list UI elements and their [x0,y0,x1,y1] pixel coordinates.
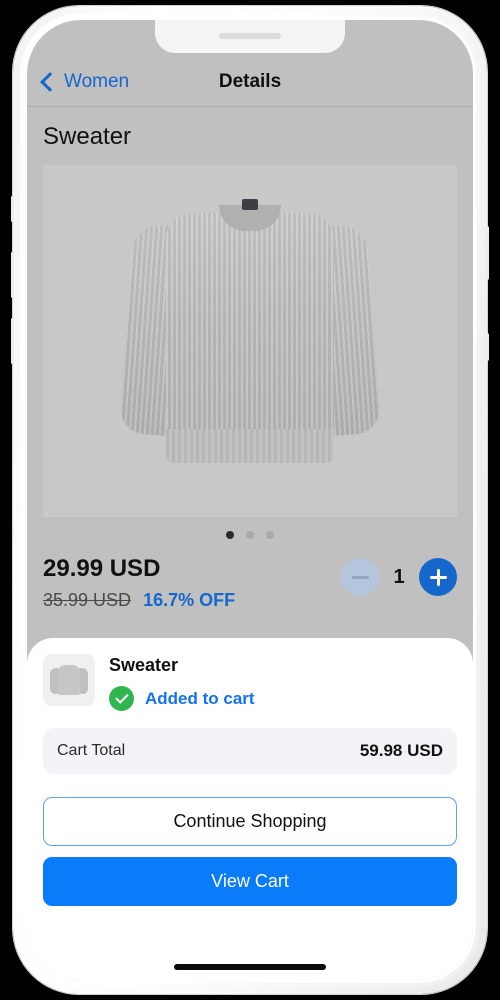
decrease-quantity-button[interactable] [341,558,379,596]
carousel-dot-3[interactable] [266,531,274,539]
view-cart-button[interactable]: View Cart [43,857,457,906]
side-button-secondary[interactable] [485,333,489,361]
added-status: Added to cart [109,686,255,711]
cart-item-thumbnail [43,654,95,706]
chevron-left-icon [40,72,60,92]
speaker-grille [219,33,281,39]
thumb-sleeve-right [79,668,88,695]
back-button[interactable]: Women [40,71,130,93]
back-button-label: Women [64,71,130,92]
added-to-cart-sheet: Sweater Added to cart Cart Total 59.98 U… [27,638,473,980]
cart-total-row: Cart Total 59.98 USD [43,728,457,774]
sweater-body [166,213,334,463]
original-price: 35.99 USD [43,590,132,610]
home-indicator[interactable] [174,964,326,970]
price-section: 29.99 USD 35.99 USD 16.7% OFF 1 [43,555,457,611]
thumbnail-sweater-illustration [49,661,89,701]
cart-total-value: 59.98 USD [359,741,443,760]
sweater-tag [242,199,258,210]
added-to-cart-label: Added to cart [145,688,255,708]
product-name: Sweater [43,123,132,150]
knit-texture [166,213,334,463]
discount-badge: 16.7% OFF [143,590,236,610]
quantity-stepper[interactable]: 1 [341,555,457,596]
sweater-hem [166,429,334,463]
carousel-dot-1[interactable] [226,531,234,539]
cart-item-texts: Sweater Added to cart [109,654,255,711]
quantity-value: 1 [393,565,405,588]
screenshot-stage: Women Details Sweater 29.99 USD 35.99 US… [0,0,500,1000]
price-subline: 35.99 USD 16.7% OFF [43,590,235,611]
sheet-actions: Continue Shopping View Cart [43,797,457,906]
price-block: 29.99 USD 35.99 USD 16.7% OFF [43,555,235,611]
power-button[interactable] [485,226,489,280]
checkmark-glyph [114,690,129,704]
carousel-dot-2[interactable] [246,531,254,539]
phone-screen: Women Details Sweater 29.99 USD 35.99 US… [27,20,473,980]
continue-shopping-button[interactable]: Continue Shopping [43,797,457,846]
thumb-body [58,665,80,696]
cart-item-row: Sweater Added to cart [43,654,457,711]
navigation-bar: Women Details [27,58,473,107]
product-image[interactable] [43,165,457,517]
silent-switch[interactable] [11,196,14,222]
volume-down-button[interactable] [11,318,14,364]
increase-quantity-button[interactable] [419,558,457,596]
current-price: 29.99 USD [43,555,161,582]
sweater-illustration [118,191,382,491]
carousel-page-indicator[interactable] [27,531,473,539]
notch [155,20,345,53]
plus-icon-vertical [436,568,440,586]
cart-total-label: Cart Total [57,742,126,759]
check-circle-icon [109,686,134,711]
volume-up-button[interactable] [11,252,14,298]
minus-icon [351,575,369,579]
cart-item-name: Sweater [109,655,179,675]
